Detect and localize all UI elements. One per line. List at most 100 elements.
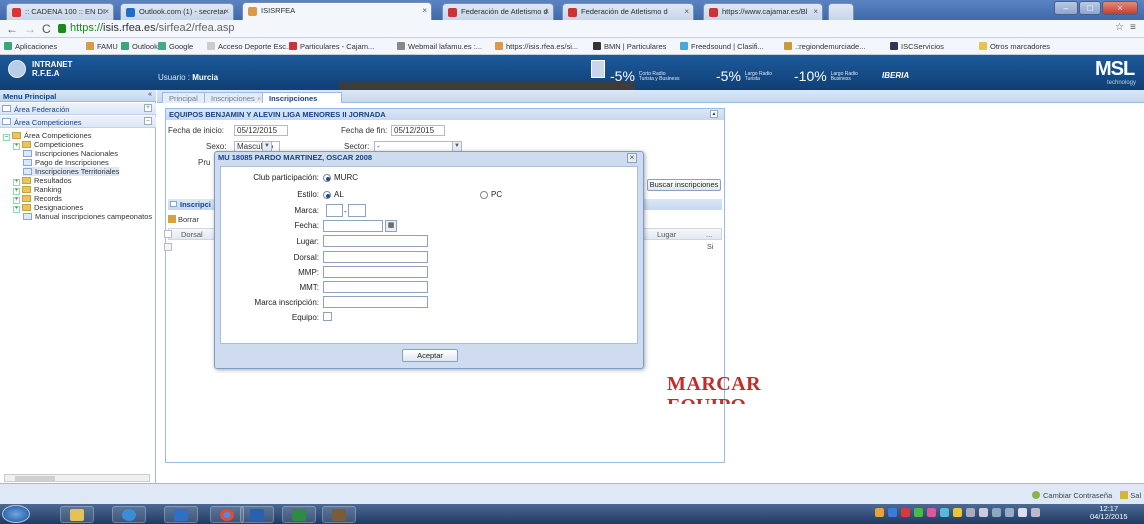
tab-inscripciones-1[interactable]: Inscripciones × bbox=[204, 92, 269, 103]
tree-item[interactable]: Manual inscripciones campeonatos bbox=[23, 212, 152, 221]
bookmark-item[interactable]: Otros marcadores bbox=[979, 42, 1050, 51]
tab-inscripciones-2[interactable]: Inscripciones bbox=[262, 92, 342, 103]
fecha-inicio-field[interactable]: 05/12/2015 bbox=[234, 125, 288, 136]
bookmark-item[interactable]: Aplicaciones bbox=[4, 42, 57, 51]
browser-tab[interactable]: ISISRFEA × bbox=[242, 2, 432, 20]
taskbar-clock: 12:17 04/12/2015 bbox=[1090, 504, 1128, 521]
tree-item[interactable]: Pago de Inscripciones bbox=[23, 158, 109, 167]
bookmark-star-icon[interactable]: ☆ bbox=[1115, 22, 1124, 33]
favicon-icon bbox=[709, 8, 718, 17]
close-tab-icon[interactable]: × bbox=[813, 7, 818, 16]
change-password-link[interactable]: Cambiar Contraseña Sal bbox=[1032, 491, 1141, 500]
close-tab-icon[interactable]: × bbox=[104, 7, 109, 16]
aceptar-button[interactable]: Aceptar bbox=[402, 349, 458, 362]
taskbar-excel[interactable] bbox=[282, 506, 316, 523]
marca-minutes-input[interactable] bbox=[326, 204, 343, 217]
url-field[interactable]: https://isis.rfea.es/sirfea2/rfea.asp bbox=[70, 22, 234, 34]
collapse-icon[interactable]: « bbox=[148, 91, 152, 98]
buscar-inscripciones-button[interactable]: Buscar inscripciones bbox=[647, 179, 721, 191]
select-all-checkbox[interactable] bbox=[164, 230, 172, 238]
collapse-section-icon[interactable]: – bbox=[144, 117, 152, 125]
taskbar-explorer[interactable] bbox=[60, 506, 94, 523]
expand-icon[interactable]: – bbox=[3, 134, 10, 141]
dorsal-input[interactable] bbox=[323, 251, 428, 263]
estilo-al-radio[interactable] bbox=[323, 191, 331, 199]
menu-icon[interactable]: ≡ bbox=[1130, 22, 1136, 33]
msl-logo: MSL bbox=[1095, 58, 1135, 80]
tree-item[interactable]: Inscripciones Territoriales bbox=[23, 167, 120, 176]
fecha-label: Fecha: bbox=[294, 221, 319, 230]
bookmark-item[interactable]: https://isis.rfea.es/si... bbox=[495, 42, 578, 51]
mmp-input[interactable] bbox=[323, 266, 428, 278]
maximize-button[interactable]: □ bbox=[1079, 1, 1101, 15]
close-tab-icon[interactable]: × bbox=[684, 7, 689, 16]
collapse-panel-icon[interactable]: ▲ bbox=[710, 110, 718, 118]
equipo-checkbox[interactable] bbox=[323, 312, 332, 321]
sidebar-scrollbar[interactable] bbox=[4, 474, 150, 482]
system-tray[interactable] bbox=[875, 508, 1085, 520]
fecha-input[interactable] bbox=[323, 220, 383, 232]
taskbar-ie[interactable] bbox=[112, 506, 146, 523]
expand-icon[interactable]: + bbox=[13, 143, 20, 150]
start-button[interactable] bbox=[2, 505, 30, 523]
bookmark-item[interactable]: ISCServicios bbox=[890, 42, 944, 51]
ad-offer-2[interactable]: -5% Largo Radio Turista bbox=[716, 68, 772, 84]
forward-icon[interactable]: → bbox=[24, 22, 36, 36]
folder-icon bbox=[22, 195, 31, 202]
col-dorsal[interactable]: Dorsal bbox=[181, 230, 203, 239]
close-tab-icon[interactable]: × bbox=[224, 7, 229, 16]
app-icon bbox=[332, 509, 346, 521]
browser-tab[interactable]: https://www.cajamar.es/Bl × bbox=[703, 3, 823, 20]
expand-icon[interactable]: + bbox=[144, 104, 152, 112]
close-icon[interactable]: × bbox=[627, 153, 637, 163]
fecha-fin-field[interactable]: 05/12/2015 bbox=[391, 125, 445, 136]
row-checkbox[interactable] bbox=[164, 243, 172, 251]
mmt-input[interactable] bbox=[323, 281, 428, 293]
close-tab-icon[interactable]: × bbox=[257, 94, 261, 103]
new-tab-button[interactable] bbox=[828, 3, 854, 20]
marca-seconds-input[interactable] bbox=[348, 204, 366, 217]
sidebar-section-competiciones[interactable]: Área Competiciones – bbox=[0, 116, 156, 128]
browser-tab[interactable]: Federación de Atletismo d × bbox=[442, 3, 554, 20]
lugar-input[interactable] bbox=[323, 235, 428, 247]
browser-tab[interactable]: :: CADENA 100 :: EN DI × bbox=[6, 3, 114, 20]
taskbar-app[interactable] bbox=[322, 506, 356, 523]
bookmark-item[interactable]: Outlook bbox=[121, 42, 158, 51]
bookmark-item[interactable]: Freedsound | Clasifi... bbox=[680, 42, 764, 51]
bookmark-item[interactable]: FAMU bbox=[86, 42, 118, 51]
bookmark-item[interactable]: Webmail lafamu.es :... bbox=[397, 42, 482, 51]
close-tab-icon[interactable]: × bbox=[422, 6, 427, 15]
minimize-button[interactable]: – bbox=[1054, 1, 1078, 15]
sidebar-section-federacion[interactable]: Área Federación + bbox=[0, 103, 156, 115]
bookmark-item[interactable]: BMN | Particulares bbox=[593, 42, 666, 51]
taskbar-word[interactable] bbox=[240, 506, 274, 523]
expand-icon[interactable]: + bbox=[13, 206, 20, 213]
calendar-icon[interactable]: ▦ bbox=[385, 220, 397, 232]
col-lugar[interactable]: Lugar bbox=[657, 230, 676, 239]
marca-inscripcion-input[interactable] bbox=[323, 296, 428, 308]
bookmark-item[interactable]: Google bbox=[158, 42, 193, 51]
club-radio[interactable] bbox=[323, 174, 331, 182]
tab-principal[interactable]: Principal bbox=[162, 92, 205, 103]
close-tab-icon[interactable]: × bbox=[544, 7, 549, 16]
taskbar-chrome[interactable] bbox=[210, 506, 244, 523]
tree-item[interactable]: Inscripciones Nacionales bbox=[23, 149, 118, 158]
browser-tab[interactable]: Outlook.com (1) - secretar × bbox=[120, 3, 234, 20]
delete-icon bbox=[168, 215, 176, 223]
intranet-brand: INTRANET R.F.E.A bbox=[32, 60, 73, 78]
bookmark-item[interactable]: .:regiondemurciade... bbox=[784, 42, 865, 51]
bookmark-item[interactable]: Particulares - Cajam... bbox=[289, 42, 374, 51]
taskbar-media[interactable] bbox=[164, 506, 198, 523]
browser-tab[interactable]: Federación de Atletismo d × bbox=[562, 3, 694, 20]
estilo-pc-radio[interactable] bbox=[480, 191, 488, 199]
ad-banner-icon bbox=[591, 60, 605, 78]
ad-offer-3[interactable]: -10% Largo Radio Business bbox=[794, 68, 858, 84]
bookmark-item[interactable]: Acceso Deporte Esc... bbox=[207, 42, 292, 51]
reload-icon[interactable]: C bbox=[42, 22, 51, 36]
col-more[interactable]: ... bbox=[706, 230, 712, 239]
close-window-button[interactable]: × bbox=[1102, 1, 1138, 15]
borrar-button[interactable]: Borrar bbox=[168, 215, 199, 224]
folder-icon bbox=[12, 132, 21, 139]
panel-icon bbox=[170, 201, 177, 207]
back-icon[interactable]: ← bbox=[6, 22, 18, 36]
